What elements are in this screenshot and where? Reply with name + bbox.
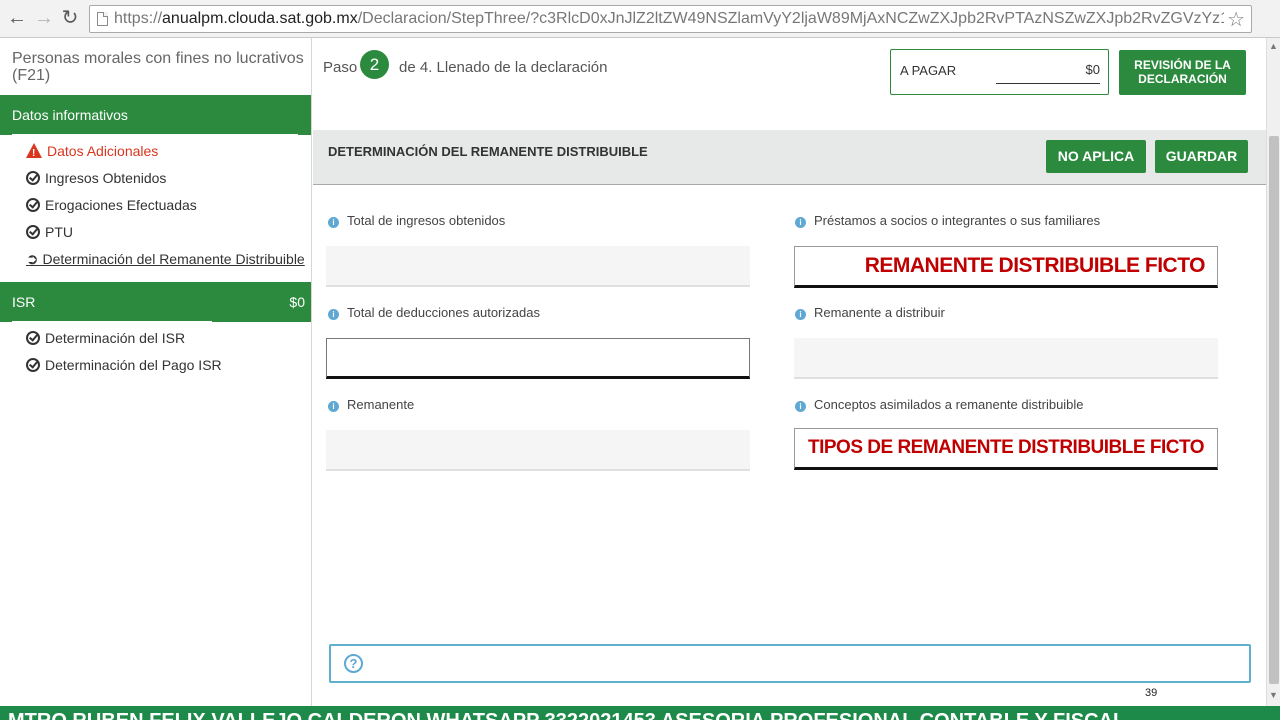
help-panel: ? bbox=[329, 644, 1251, 683]
sidebar-item-label: Ingresos Obtenidos bbox=[45, 170, 167, 186]
url-text[interactable]: https://anualpm.clouda.sat.gob.mx/Declar… bbox=[114, 10, 1224, 28]
sidebar-item-datos-adicionales[interactable]: Datos Adicionales bbox=[26, 142, 159, 163]
panel-title: DETERMINACIÓN DEL REMANENTE DISTRIBUIBLE bbox=[328, 144, 648, 159]
field-label-text: Total de ingresos obtenidos bbox=[347, 213, 506, 228]
scroll-down-icon[interactable]: ▼ bbox=[1269, 690, 1278, 700]
field-label-text: Remanente a distribuir bbox=[814, 305, 945, 320]
sidebar-item-label: Datos Adicionales bbox=[47, 143, 159, 159]
url-scheme: https:// bbox=[114, 10, 163, 27]
browser-toolbar: ← → ↻ https://anualpm.clouda.sat.gob.mx/… bbox=[0, 0, 1280, 38]
info-icon[interactable]: i bbox=[328, 217, 339, 228]
field-label: i Conceptos asimilados a remanente distri… bbox=[795, 397, 1084, 412]
field-label-text: Conceptos asimilados a remanente distrib… bbox=[814, 397, 1084, 412]
url-host: anualpm.clouda.sat.gob.mx bbox=[162, 10, 358, 27]
sidebar-item-determinacion-pago-isr[interactable]: Determinación del Pago ISR bbox=[26, 356, 222, 374]
back-arrow-icon[interactable]: ← bbox=[7, 8, 27, 28]
footer-text: MTRO RUBEN FELIX VALLEJO CALDERON WHATSA… bbox=[8, 710, 1125, 720]
conceptos-asimilados-input[interactable]: TIPOS DE REMANENTE DISTRIBUIBLE FICTO bbox=[794, 428, 1218, 470]
field-label-text: Préstamos a socios o integrantes o sus f… bbox=[814, 213, 1101, 228]
pay-amount: $0 bbox=[996, 62, 1100, 84]
slide-number: 39 bbox=[1145, 687, 1158, 699]
pay-label: A PAGAR bbox=[900, 63, 957, 78]
check-circle-icon bbox=[26, 198, 40, 212]
total-deducciones-input[interactable] bbox=[326, 338, 750, 379]
field-label: i Remanente bbox=[328, 397, 414, 412]
section-label: Datos informativos bbox=[12, 107, 128, 123]
panel-header: DETERMINACIÓN DEL REMANENTE DISTRIBUIBLE… bbox=[313, 130, 1266, 185]
remanente-distribuir-field bbox=[794, 338, 1218, 379]
address-bar[interactable]: https://anualpm.clouda.sat.gob.mx/Declar… bbox=[89, 5, 1252, 33]
sidebar-item-label: Erogaciones Efectuadas bbox=[45, 197, 197, 213]
bookmark-star-icon[interactable]: ☆ bbox=[1227, 7, 1245, 32]
check-circle-icon bbox=[26, 171, 40, 185]
info-icon[interactable]: i bbox=[328, 309, 339, 320]
check-circle-icon bbox=[26, 331, 40, 345]
app-title: Personas morales con fines no lucrativos… bbox=[12, 50, 304, 84]
no-aplica-button[interactable]: NO APLICA bbox=[1046, 140, 1146, 173]
section-datos-informativos[interactable]: Datos informativos bbox=[0, 95, 311, 135]
remanente-field bbox=[326, 430, 750, 471]
main-content: Paso 2 de 4. Llenado de la declaración A… bbox=[313, 38, 1266, 706]
field-label-text: Remanente bbox=[347, 397, 415, 412]
page-icon bbox=[97, 12, 108, 26]
step-text: de 4. Llenado de la declaración bbox=[399, 59, 608, 76]
scroll-up-icon[interactable]: ▲ bbox=[1269, 41, 1278, 51]
info-icon[interactable]: i bbox=[795, 401, 806, 412]
check-circle-icon bbox=[26, 225, 40, 239]
scroll-thumb[interactable] bbox=[1269, 136, 1279, 684]
sidebar-item-ingresos-obtenidos[interactable]: Ingresos Obtenidos bbox=[26, 169, 166, 187]
forward-arrow-icon[interactable]: → bbox=[34, 8, 54, 28]
total-ingresos-field bbox=[326, 246, 750, 287]
sidebar-item-label: Determinación del Pago ISR bbox=[45, 357, 222, 373]
sidebar-item-label: Determinación del ISR bbox=[45, 330, 186, 346]
check-circle-icon bbox=[26, 358, 40, 372]
field-label: i Total de deducciones autorizadas bbox=[328, 305, 540, 320]
sidebar-item-label: Determinación del Remanente Distribuible bbox=[42, 251, 305, 267]
warning-icon bbox=[26, 143, 42, 163]
step-prefix: Paso bbox=[323, 59, 358, 76]
question-icon[interactable]: ? bbox=[344, 654, 363, 673]
guardar-button[interactable]: GUARDAR bbox=[1155, 140, 1248, 173]
section-underline bbox=[12, 134, 298, 137]
sidebar-item-ptu[interactable]: PTU bbox=[26, 223, 73, 241]
section-isr[interactable]: ISR $0 bbox=[0, 282, 311, 322]
field-label: i Remanente a distribuir bbox=[795, 305, 945, 320]
info-icon[interactable]: i bbox=[795, 309, 806, 320]
sidebar-item-determinacion-isr[interactable]: Determinación del ISR bbox=[26, 329, 185, 347]
reload-icon[interactable]: ↻ bbox=[60, 8, 80, 28]
info-icon[interactable]: i bbox=[328, 401, 339, 412]
section-label: ISR bbox=[12, 294, 36, 310]
pay-summary: A PAGAR $0 bbox=[890, 49, 1109, 95]
field-label: i Préstamos a socios o integrantes o sus … bbox=[795, 213, 1100, 228]
sidebar-item-determinacion-remanente[interactable]: ➲ Determinación del Remanente Distribuib… bbox=[26, 250, 305, 268]
sidebar: Personas morales con fines no lucrativos… bbox=[0, 38, 312, 706]
url-path: /Declaracion/StepThree/?c3RlcD0xJnJlZ2lt… bbox=[357, 10, 1224, 27]
review-declaration-button[interactable]: REVISIÓN DE LA DECLARACIÓN bbox=[1119, 50, 1246, 95]
step-number-badge: 2 bbox=[360, 50, 389, 79]
section-amount: $0 bbox=[289, 294, 305, 310]
sidebar-item-label: PTU bbox=[45, 224, 73, 240]
arrow-in-icon: ➲ bbox=[26, 251, 39, 268]
field-label-text: Total de deducciones autorizadas bbox=[347, 305, 540, 320]
footer-banner: MTRO RUBEN FELIX VALLEJO CALDERON WHATSA… bbox=[0, 706, 1280, 720]
prestamos-socios-input[interactable]: REMANENTE DISTRIBUIBLE FICTO bbox=[794, 246, 1218, 288]
sidebar-item-erogaciones-efectuadas[interactable]: Erogaciones Efectuadas bbox=[26, 196, 197, 214]
info-icon[interactable]: i bbox=[795, 217, 806, 228]
vertical-scrollbar[interactable]: ▲ ▼ bbox=[1266, 38, 1280, 706]
section-underline bbox=[12, 321, 212, 324]
field-label: i Total de ingresos obtenidos bbox=[328, 213, 505, 228]
